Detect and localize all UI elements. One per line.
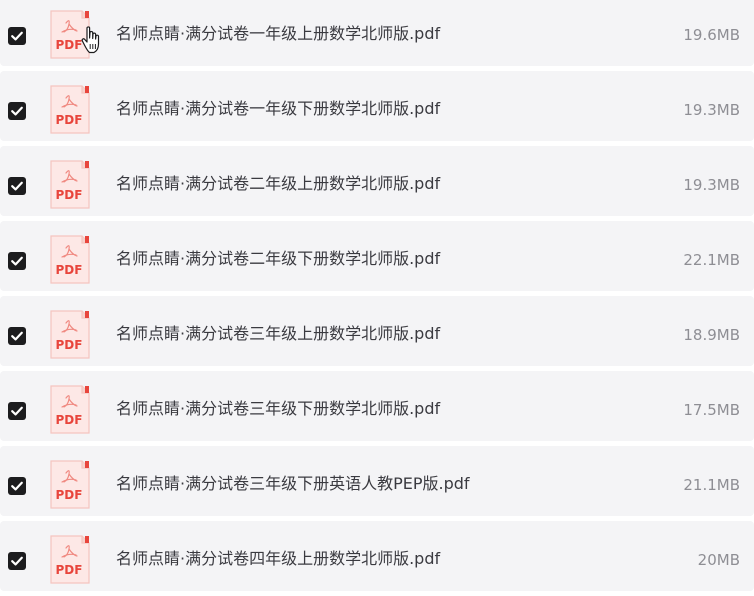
pdf-file-icon: PDF <box>49 160 91 210</box>
file-name[interactable]: 名师点睛·满分试卷二年级下册数学北师版.pdf <box>116 249 440 269</box>
file-size: 22.1MB <box>683 251 740 269</box>
pdf-icon-label: PDF <box>56 113 83 127</box>
row-checkbox[interactable] <box>8 27 26 45</box>
file-name[interactable]: 名师点睛·满分试卷一年级上册数学北师版.pdf <box>116 24 440 44</box>
file-name[interactable]: 名师点睛·满分试卷三年级下册数学北师版.pdf <box>116 399 440 419</box>
pdf-file-icon: PDF <box>49 85 91 135</box>
row-checkbox[interactable] <box>8 177 26 195</box>
file-list: PDF 名师点睛·满分试卷一年级上册数学北师版.pdf 19.6MB PDF 名… <box>0 0 754 596</box>
file-size: 18.9MB <box>683 326 740 344</box>
file-row[interactable]: PDF 名师点睛·满分试卷三年级上册数学北师版.pdf 18.9MB <box>0 296 754 366</box>
file-size: 17.5MB <box>683 401 740 419</box>
file-size: 19.6MB <box>683 26 740 44</box>
pdf-file-icon: PDF <box>49 10 91 60</box>
pdf-icon-label: PDF <box>56 38 83 52</box>
pdf-icon-label: PDF <box>56 563 83 577</box>
file-name[interactable]: 名师点睛·满分试卷二年级上册数学北师版.pdf <box>116 174 440 194</box>
row-checkbox[interactable] <box>8 477 26 495</box>
pdf-file-icon: PDF <box>49 460 91 510</box>
row-checkbox[interactable] <box>8 252 26 270</box>
pdf-file-icon: PDF <box>49 310 91 360</box>
file-row[interactable]: PDF 名师点睛·满分试卷一年级下册数学北师版.pdf 19.3MB <box>0 71 754 141</box>
file-size: 20MB <box>697 551 740 569</box>
file-row[interactable]: PDF 名师点睛·满分试卷三年级下册英语人教PEP版.pdf 21.1MB <box>0 446 754 516</box>
pdf-icon-label: PDF <box>56 413 83 427</box>
pdf-icon-label: PDF <box>56 488 83 502</box>
file-row[interactable]: PDF 名师点睛·满分试卷三年级下册数学北师版.pdf 17.5MB <box>0 371 754 441</box>
file-name[interactable]: 名师点睛·满分试卷四年级上册数学北师版.pdf <box>116 549 440 569</box>
file-size: 19.3MB <box>683 176 740 194</box>
file-row[interactable]: PDF 名师点睛·满分试卷二年级下册数学北师版.pdf 22.1MB <box>0 221 754 291</box>
pdf-icon-label: PDF <box>56 338 83 352</box>
pdf-file-icon: PDF <box>49 535 91 585</box>
pdf-file-icon: PDF <box>49 385 91 435</box>
row-checkbox[interactable] <box>8 552 26 570</box>
row-checkbox[interactable] <box>8 327 26 345</box>
pdf-file-icon: PDF <box>49 235 91 285</box>
row-checkbox[interactable] <box>8 402 26 420</box>
file-row[interactable]: PDF 名师点睛·满分试卷一年级上册数学北师版.pdf 19.6MB <box>0 0 754 66</box>
file-name[interactable]: 名师点睛·满分试卷三年级下册英语人教PEP版.pdf <box>116 474 470 494</box>
file-size: 19.3MB <box>683 101 740 119</box>
file-row[interactable]: PDF 名师点睛·满分试卷二年级上册数学北师版.pdf 19.3MB <box>0 146 754 216</box>
file-size: 21.1MB <box>683 476 740 494</box>
file-name[interactable]: 名师点睛·满分试卷一年级下册数学北师版.pdf <box>116 99 440 119</box>
pdf-icon-label: PDF <box>56 263 83 277</box>
row-checkbox[interactable] <box>8 102 26 120</box>
pdf-icon-label: PDF <box>56 188 83 202</box>
file-name[interactable]: 名师点睛·满分试卷三年级上册数学北师版.pdf <box>116 324 440 344</box>
